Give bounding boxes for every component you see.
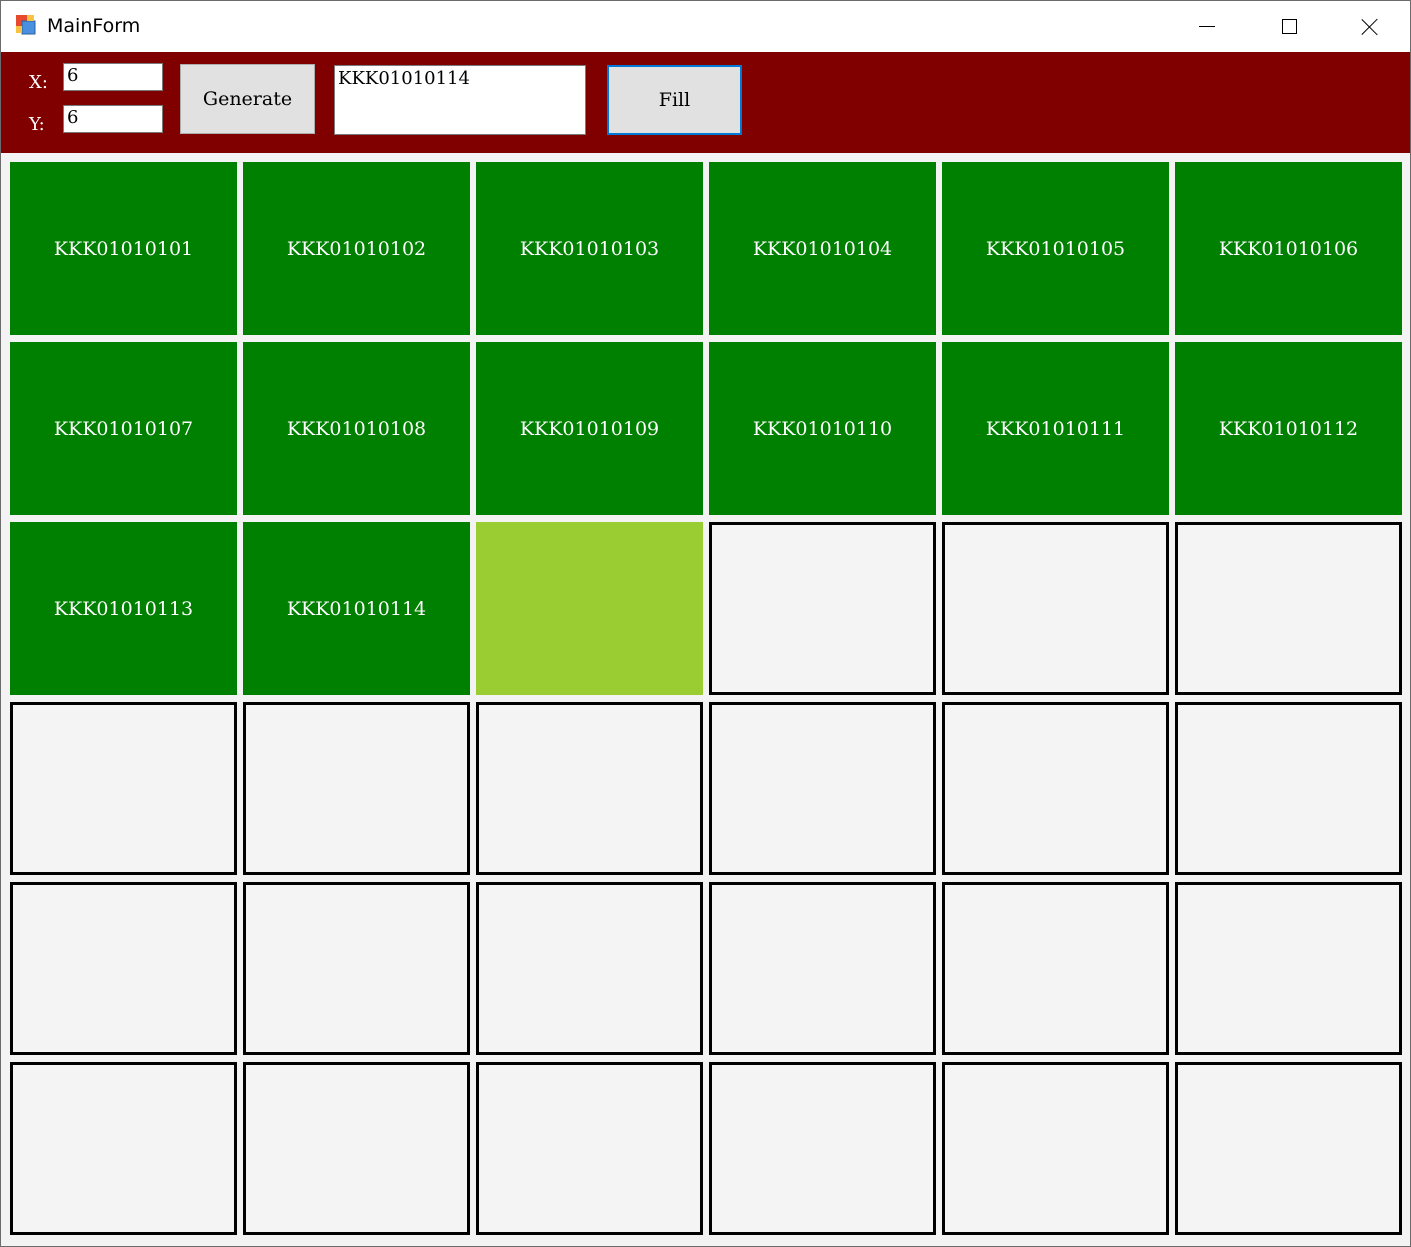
- grid-cell-label: KKK01010114: [286, 597, 427, 620]
- toolbar-panel: X: 6 Y: 6 Generate KKK01010114 Fill: [1, 52, 1410, 153]
- maximize-button[interactable]: [1249, 1, 1329, 52]
- grid-cell[interactable]: [942, 522, 1169, 695]
- grid-cell-label: KKK01010110: [752, 417, 893, 440]
- grid-cell[interactable]: KKK01010111: [942, 342, 1169, 515]
- grid-cell-label: KKK01010104: [752, 237, 893, 260]
- grid-cell[interactable]: KKK01010109: [476, 342, 703, 515]
- x-input[interactable]: 6: [63, 63, 163, 91]
- grid-cell[interactable]: KKK01010102: [243, 162, 470, 335]
- code-input[interactable]: KKK01010114: [334, 65, 586, 135]
- grid-cell[interactable]: KKK01010104: [709, 162, 936, 335]
- maximize-icon: [1281, 19, 1297, 34]
- minimize-button[interactable]: [1167, 1, 1247, 52]
- x-label: X:: [29, 72, 48, 93]
- grid-cell[interactable]: [476, 522, 703, 695]
- grid-cell[interactable]: [1175, 882, 1402, 1055]
- grid-cell-label: KKK01010101: [53, 237, 194, 260]
- grid-cell[interactable]: [1175, 702, 1402, 875]
- y-label: Y:: [29, 114, 45, 135]
- grid-cell[interactable]: KKK01010112: [1175, 342, 1402, 515]
- grid-cell[interactable]: [942, 1062, 1169, 1235]
- grid-cell[interactable]: [243, 882, 470, 1055]
- generate-button[interactable]: Generate: [180, 64, 315, 134]
- grid-cell[interactable]: KKK01010110: [709, 342, 936, 515]
- grid-cell-label: KKK01010112: [1218, 417, 1359, 440]
- grid-cell-label: KKK01010108: [286, 417, 427, 440]
- close-button[interactable]: [1330, 1, 1410, 52]
- fill-button[interactable]: Fill: [607, 65, 742, 135]
- grid-cell[interactable]: [243, 1062, 470, 1235]
- grid-cell[interactable]: [709, 1062, 936, 1235]
- minimize-icon: [1199, 26, 1215, 27]
- grid-cell[interactable]: [10, 702, 237, 875]
- grid-cell-label: KKK01010109: [519, 417, 660, 440]
- grid-cell-label: KKK01010106: [1218, 237, 1359, 260]
- grid-cell-label: KKK01010113: [53, 597, 194, 620]
- main-window: MainForm X: 6 Y: 6 Generate KKK01010114 …: [0, 0, 1411, 1247]
- grid-cell-label: KKK01010105: [985, 237, 1126, 260]
- grid-cell[interactable]: [10, 882, 237, 1055]
- grid-cell-label: KKK01010107: [53, 417, 194, 440]
- grid-cell[interactable]: [709, 702, 936, 875]
- grid-cell[interactable]: KKK01010107: [10, 342, 237, 515]
- app-window-icon: [16, 15, 36, 35]
- grid-cell[interactable]: [1175, 522, 1402, 695]
- grid-cell[interactable]: [942, 882, 1169, 1055]
- grid-cell[interactable]: [1175, 1062, 1402, 1235]
- slot-grid: KKK01010101 KKK01010102 KKK01010103 KKK0101…: [10, 162, 1402, 1235]
- grid-cell[interactable]: [243, 702, 470, 875]
- grid-cell[interactable]: [476, 882, 703, 1055]
- grid-cell-label: KKK01010111: [985, 417, 1126, 440]
- y-input[interactable]: 6: [63, 105, 163, 133]
- grid-cell[interactable]: [709, 882, 936, 1055]
- grid-cell[interactable]: KKK01010114: [243, 522, 470, 695]
- grid-cell[interactable]: [476, 702, 703, 875]
- grid-cell[interactable]: KKK01010108: [243, 342, 470, 515]
- grid-cell[interactable]: [10, 1062, 237, 1235]
- grid-cell[interactable]: KKK01010105: [942, 162, 1169, 335]
- close-icon: [1361, 18, 1379, 36]
- grid-cell-label: KKK01010102: [286, 237, 427, 260]
- grid-cell[interactable]: KKK01010103: [476, 162, 703, 335]
- grid-cell[interactable]: KKK01010106: [1175, 162, 1402, 335]
- grid-cell[interactable]: KKK01010113: [10, 522, 237, 695]
- grid-cell[interactable]: KKK01010101: [10, 162, 237, 335]
- title-bar[interactable]: MainForm: [1, 1, 1410, 52]
- grid-cell[interactable]: [709, 522, 936, 695]
- window-title: MainForm: [47, 15, 141, 37]
- grid-cell-label: KKK01010103: [519, 237, 660, 260]
- grid-cell[interactable]: [476, 1062, 703, 1235]
- grid-cell[interactable]: [942, 702, 1169, 875]
